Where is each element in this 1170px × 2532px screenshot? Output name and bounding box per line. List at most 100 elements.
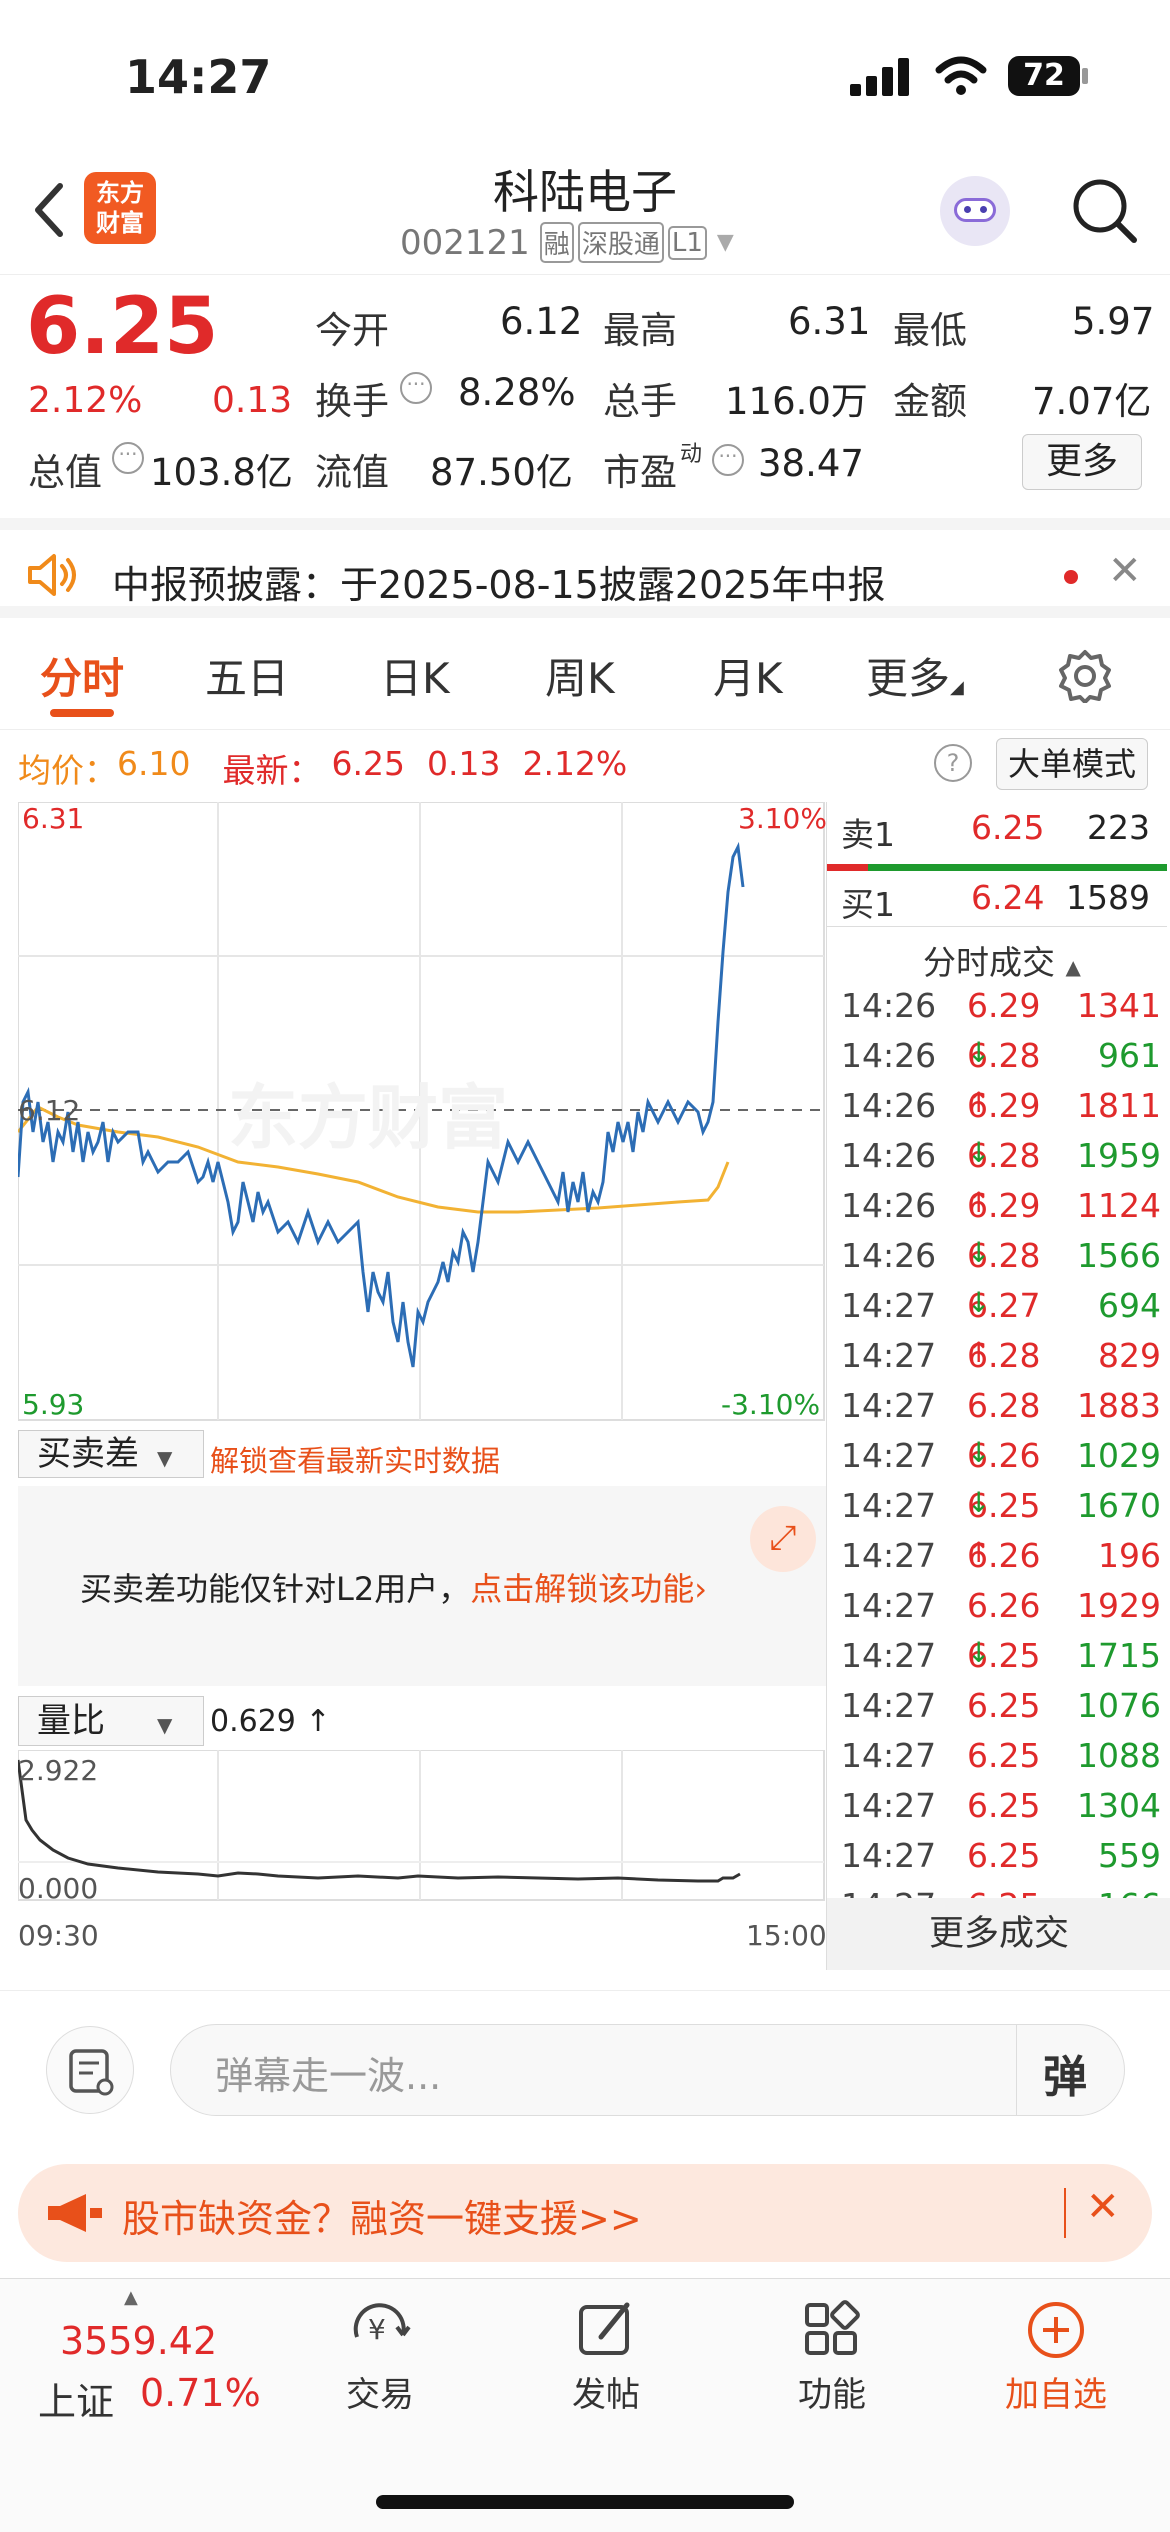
trade-time: 14:26 xyxy=(841,1236,937,1275)
ad-banner[interactable]: 股市缺资金？融资一键支援>> ✕ xyxy=(0,2150,1170,2275)
function-label: 功能 xyxy=(798,2375,866,2415)
expand-icon[interactable]: ⤢ xyxy=(750,1506,816,1572)
chevron-down-icon: ▼ xyxy=(716,230,734,255)
volratio-select[interactable]: 量比 ▼ xyxy=(18,1696,204,1746)
robot-assistant-icon[interactable] xyxy=(940,176,1010,246)
trade-volume: 1124 xyxy=(1077,1186,1161,1225)
stock-code: 002121 xyxy=(400,222,530,263)
y-max-label: 6.31 xyxy=(22,802,84,835)
danmu-input[interactable]: 弹幕走一波... 弹 xyxy=(170,2024,1125,2116)
trade-time: 14:27 xyxy=(841,1336,937,1375)
index-name[interactable]: 上证 xyxy=(38,2371,114,2426)
trade-time: 14:27 xyxy=(841,1536,937,1575)
pe-value: 38.47 xyxy=(758,442,864,485)
quote-panel: 6.25 2.12% 0.13 今开 6.12 最高 6.31 最低 5.97 … xyxy=(0,276,1170,516)
add-watchlist-nav[interactable]: 加自选 xyxy=(976,2297,1136,2416)
buysell-header: 买卖差 ▼ 解锁查看最新实时数据 xyxy=(18,1426,826,1482)
tab-monthly-k[interactable]: 月K xyxy=(713,645,783,706)
search-icon[interactable] xyxy=(1068,174,1142,248)
trade-nav[interactable]: ¥ 交易 xyxy=(300,2297,460,2416)
sell1-price: 6.25 xyxy=(971,808,1045,847)
trade-volume: 196 xyxy=(1098,1536,1161,1575)
trade-time: 14:27 xyxy=(841,1686,937,1725)
grid-icon xyxy=(805,2300,860,2355)
close-icon[interactable]: ✕ xyxy=(1086,2184,1120,2230)
index-pct[interactable]: 0.71% xyxy=(140,2371,261,2415)
tab-weekly-k[interactable]: 周K xyxy=(545,645,615,706)
help-icon[interactable]: ? xyxy=(934,744,972,782)
x-start-label: 09:30 xyxy=(18,1919,99,1952)
intraday-chart[interactable]: 东方财富 6.31 5.93 6.12 3.10% -3.10% xyxy=(18,802,826,1422)
x-end-label: 15:00 xyxy=(746,1919,826,1952)
avg-value: 6.10 xyxy=(117,744,191,783)
vol-y-max-label: 2.922 xyxy=(18,1754,98,1787)
danmu-send-button[interactable]: 弹 xyxy=(1043,2041,1087,2105)
tab-intraday[interactable]: 分时 xyxy=(40,645,124,706)
tab-more[interactable]: 更多◢ xyxy=(866,645,964,706)
trade-time: 14:27 xyxy=(841,1786,937,1825)
nav-bar: 东方 财富 科陆电子 002121 融 深股通 L1 ▼ xyxy=(0,150,1170,275)
info-icon[interactable]: ··· xyxy=(112,442,144,474)
svg-text:¥: ¥ xyxy=(368,2313,386,2346)
trade-time: 14:27 xyxy=(841,1736,937,1775)
trade-volume: 1076 xyxy=(1077,1686,1161,1725)
trade-row: 14:27 6.25 1088 xyxy=(841,1736,1161,1775)
change-pct: 2.12% xyxy=(28,380,143,421)
trade-row: 14:27 6.26 ↓ 1029 xyxy=(841,1436,1161,1475)
plus-circle-icon xyxy=(1028,2302,1084,2358)
mcap-label: 总值 xyxy=(28,451,102,494)
more-trades-button[interactable]: 更多成交 xyxy=(827,1898,1170,1970)
pct-max-label: 3.10% xyxy=(738,802,826,835)
post-nav[interactable]: 发帖 xyxy=(526,2297,686,2416)
trade-volume: 1883 xyxy=(1077,1386,1161,1425)
trade-time: 14:26 xyxy=(841,1186,937,1225)
trade-row: 14:26 6.28 ↓ 1566 xyxy=(841,1236,1161,1275)
trade-volume: 1929 xyxy=(1077,1586,1161,1625)
notice-bar[interactable]: 中报预披露：于2025-08-15披露2025年中报 ✕ xyxy=(0,518,1170,618)
volratio-chart[interactable]: 2.922 0.000 09:30 15:00 xyxy=(18,1750,826,1970)
trade-volume: 1811 xyxy=(1077,1086,1161,1125)
index-value[interactable]: 3559.42 xyxy=(60,2319,217,2363)
danmu-list-icon[interactable] xyxy=(46,2026,134,2114)
info-icon[interactable]: ··· xyxy=(712,444,744,476)
trade-row: 14:27 6.25 559 xyxy=(841,1836,1161,1875)
trade-row: 14:26 6.29 ↑ 1124 xyxy=(841,1186,1161,1225)
trade-row: 14:27 6.25 ↓ 1715 xyxy=(841,1636,1161,1675)
info-icon[interactable]: ··· xyxy=(400,372,432,404)
sell1-volume: 223 xyxy=(1087,808,1150,847)
tab-daily-k[interactable]: 日K xyxy=(380,645,450,706)
signal-icon xyxy=(850,58,909,96)
turnover-value: 8.28% xyxy=(458,371,576,414)
megaphone-icon xyxy=(48,2194,102,2232)
more-button[interactable]: 更多 xyxy=(1022,434,1142,490)
tab-five-day[interactable]: 五日 xyxy=(205,645,289,706)
trade-volume: 1715 xyxy=(1077,1636,1161,1675)
stock-code-row[interactable]: 002121 融 深股通 L1 ▼ xyxy=(400,222,734,263)
buysell-unlock-link[interactable]: 解锁查看最新实时数据 xyxy=(210,1438,500,1480)
price-info-row: 均价： 6.10 最新： 6.25 0.13 2.12% xyxy=(18,744,627,792)
trade-row: 14:26 6.28 ↓ 961 xyxy=(841,1036,1161,1075)
big-order-mode-button[interactable]: 大单模式 xyxy=(996,738,1148,790)
open-value: 6.12 xyxy=(500,300,583,343)
unlock-feature-link[interactable]: 点击解锁该功能 xyxy=(470,1570,694,1608)
open-label: 今开 xyxy=(315,309,389,352)
ad-pill: 股市缺资金？融资一键支援>> ✕ xyxy=(18,2164,1152,2262)
close-icon[interactable]: ✕ xyxy=(1108,548,1142,594)
function-nav[interactable]: 功能 xyxy=(752,2297,912,2416)
trades-title[interactable]: 分时成交 ▲ xyxy=(923,936,1081,984)
gear-icon[interactable] xyxy=(1058,649,1112,703)
orderbook-panel: 卖1 6.25 223 买1 6.24 1589 分时成交 ▲ 14:26 6.2… xyxy=(826,802,1170,1970)
float-label: 流值 xyxy=(315,451,389,494)
trade-time: 14:27 xyxy=(841,1586,937,1625)
trade-volume: 1304 xyxy=(1077,1786,1161,1825)
trade-time: 14:26 xyxy=(841,1086,937,1125)
sell1-label: 卖1 xyxy=(841,815,895,854)
trade-time: 14:26 xyxy=(841,986,937,1025)
trade-volume: 1029 xyxy=(1077,1436,1161,1475)
latest-value: 6.25 xyxy=(331,744,405,783)
vol-y-min-label: 0.000 xyxy=(18,1872,98,1905)
buysell-locked-panel: 买卖差功能仅针对L2用户，点击解锁该功能› ⤢ xyxy=(18,1486,826,1686)
buysell-select[interactable]: 买卖差 ▼ xyxy=(18,1430,204,1478)
home-indicator xyxy=(376,2495,794,2509)
trade-volume: 1670 xyxy=(1077,1486,1161,1525)
